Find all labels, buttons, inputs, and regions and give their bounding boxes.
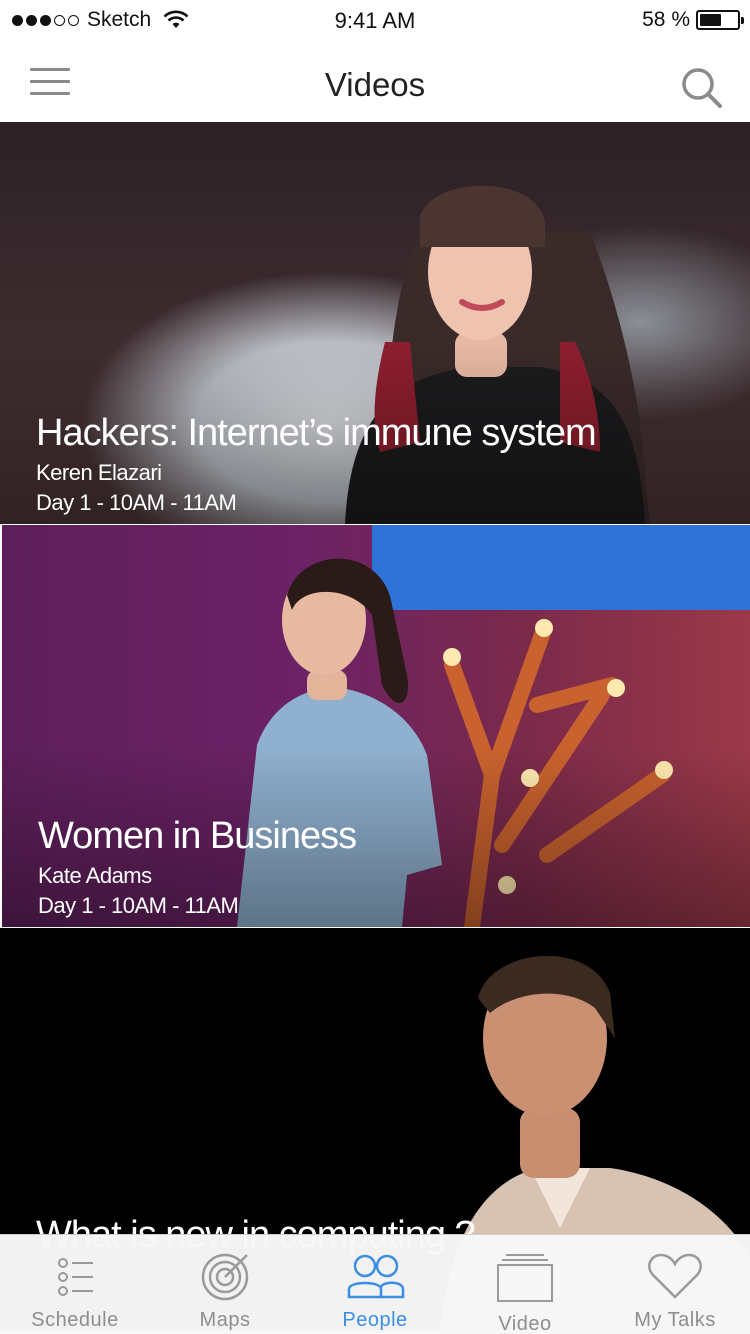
video-card[interactable]: Hackers: Internet’s immune system Keren … [0,122,750,524]
battery-icon [696,10,744,30]
tab-label: Schedule [31,1309,119,1331]
navigation-bar: Videos [0,40,750,122]
target-icon [201,1253,249,1301]
status-right: 58 % [642,8,744,32]
video-title: Women in Business [38,815,357,857]
page-title: Videos [324,66,426,103]
video-list: Hackers: Internet’s immune system Keren … [0,122,750,1330]
video-card[interactable]: Women in Business Kate Adams Day 1 - 10A… [2,525,750,927]
tab-my-talks[interactable]: My Talks [600,1235,750,1334]
video-time: Day 1 - 10AM - 11AM [36,490,237,515]
people-icon [347,1254,405,1299]
tab-label: My Talks [634,1309,716,1331]
video-speaker: Keren Elazari [36,460,162,485]
video-speaker: Kate Adams [38,863,152,888]
tab-bar: Schedule Maps People Video My Talks [0,1234,750,1334]
tab-schedule[interactable]: Schedule [0,1235,150,1334]
battery-percentage: 58 % [642,8,690,31]
search-icon[interactable] [680,66,724,110]
tab-maps[interactable]: Maps [150,1235,300,1334]
status-bar: Sketch 9:41 AM 58 % [0,0,750,40]
video-title: Hackers: Internet’s immune system [36,412,597,454]
tab-people[interactable]: People [300,1235,450,1334]
video-time: Day 1 - 10AM - 11AM [38,893,239,918]
heart-icon [648,1253,702,1299]
tab-label: Maps [199,1309,251,1331]
screen: Sketch 9:41 AM 58 % Videos Hackers: Inte… [0,0,750,1334]
battery-fill [700,14,721,26]
tab-label: Video [498,1313,552,1334]
tab-label: People [342,1309,408,1331]
video-icon [497,1254,553,1302]
tab-video[interactable]: Video [450,1235,600,1334]
status-time: 9:41 AM [334,8,416,33]
list-icon [58,1258,93,1296]
